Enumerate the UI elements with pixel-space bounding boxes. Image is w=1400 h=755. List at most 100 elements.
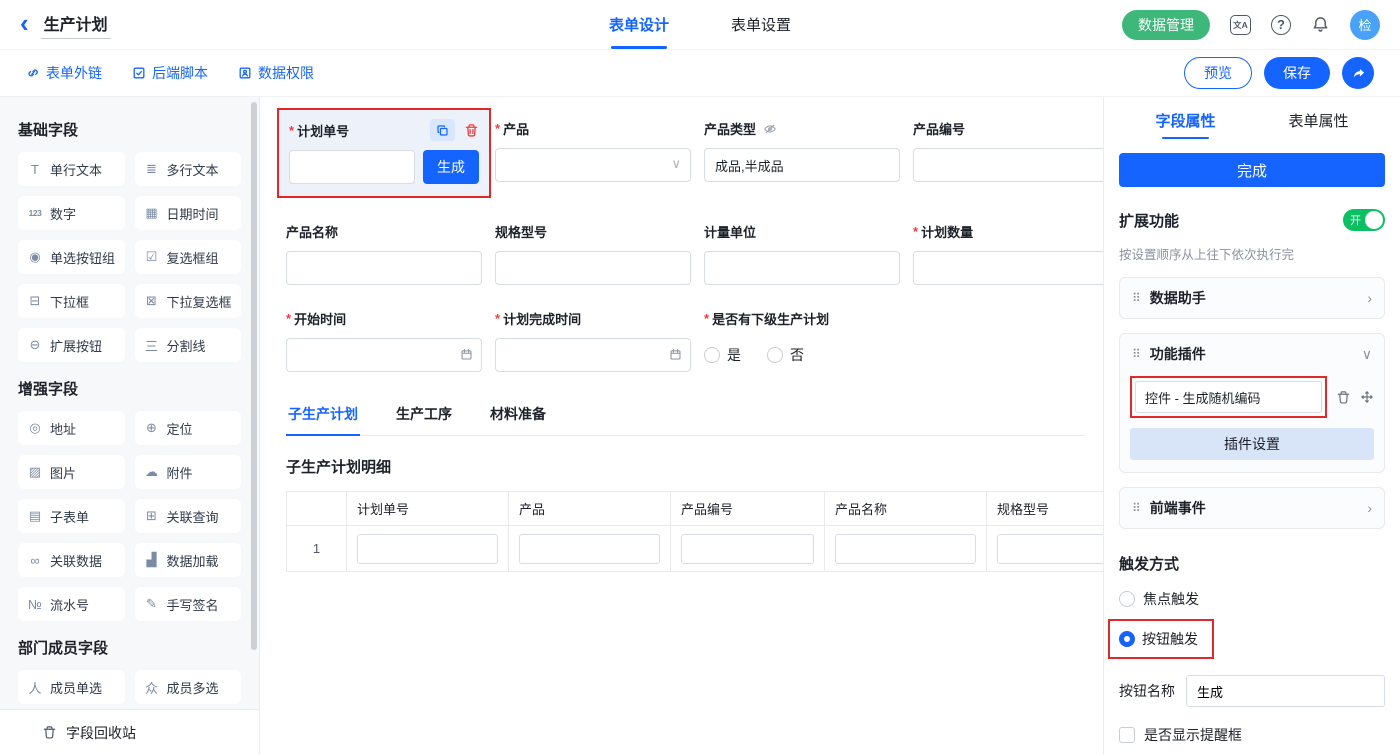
sidebar-item-divider[interactable]: 三分割线 bbox=[135, 328, 242, 362]
sidebar-item-radio-group[interactable]: ◉单选按钮组 bbox=[18, 240, 125, 274]
sidebar-item-dropdown-multi[interactable]: ⊠下拉复选框 bbox=[135, 284, 242, 318]
chevron-down-icon: ∨ bbox=[1362, 346, 1372, 363]
sidebar-item-image[interactable]: ▨图片 bbox=[18, 455, 125, 489]
extension-toggle[interactable]: 开 bbox=[1343, 209, 1385, 231]
spec-model-input[interactable] bbox=[495, 251, 691, 285]
done-button[interactable]: 完成 bbox=[1119, 153, 1385, 187]
tab-form-settings[interactable]: 表单设置 bbox=[731, 0, 791, 49]
cell-input-spec-model[interactable] bbox=[997, 534, 1103, 564]
card-frontend-event-header[interactable]: ⠿ 前端事件 › bbox=[1120, 488, 1384, 528]
plan-qty-input[interactable] bbox=[913, 251, 1103, 285]
section-title-enhanced: 增强字段 bbox=[18, 378, 241, 399]
start-time-input[interactable] bbox=[286, 338, 482, 372]
delete-plugin-button[interactable] bbox=[1336, 390, 1351, 405]
radio-focus-trigger[interactable]: 焦点触发 bbox=[1119, 589, 1385, 609]
field-product-code[interactable]: 产品编号 bbox=[913, 119, 1103, 182]
data-permission-link[interactable]: 数据权限 bbox=[238, 63, 314, 83]
translate-icon[interactable]: 文A bbox=[1230, 15, 1251, 35]
tab-production-process[interactable]: 生产工序 bbox=[394, 398, 454, 435]
backend-script-link[interactable]: 后端脚本 bbox=[132, 63, 208, 83]
sidebar-item-subform[interactable]: ▤子表单 bbox=[18, 499, 125, 533]
radio-yes[interactable]: 是 bbox=[704, 345, 741, 365]
radio-label: 焦点触发 bbox=[1143, 589, 1199, 609]
unit-input[interactable] bbox=[704, 251, 900, 285]
product-name-input[interactable] bbox=[286, 251, 482, 285]
cell-input-plan-no[interactable] bbox=[357, 534, 498, 564]
field-has-sub-plan[interactable]: *是否有下级生产计划 是 否 bbox=[704, 309, 900, 372]
field-unit[interactable]: 计量单位 bbox=[704, 222, 900, 285]
radio-no[interactable]: 否 bbox=[767, 345, 804, 365]
sidebar-item-member-single[interactable]: 人成员单选 bbox=[18, 670, 125, 704]
sidebar-item-signature[interactable]: ✎手写签名 bbox=[135, 587, 242, 621]
sidebar-scrollbar[interactable] bbox=[251, 102, 257, 650]
sidebar-item-linked-query[interactable]: ⊞关联查询 bbox=[135, 499, 242, 533]
field-recycle-bin[interactable]: 字段回收站 bbox=[0, 709, 259, 755]
delete-field-button[interactable] bbox=[464, 123, 479, 138]
drag-handle-icon[interactable]: ⠿ bbox=[1132, 501, 1141, 515]
product-type-input[interactable] bbox=[704, 148, 900, 182]
card-data-helper-header[interactable]: ⠿ 数据助手 › bbox=[1120, 278, 1384, 318]
sidebar-item-address[interactable]: ◎地址 bbox=[18, 411, 125, 445]
tab-material-prep[interactable]: 材料准备 bbox=[488, 398, 548, 435]
finish-time-input[interactable] bbox=[495, 338, 691, 372]
sidebar-item-single-line-text[interactable]: T单行文本 bbox=[18, 152, 125, 186]
drag-handle-icon[interactable]: ⠿ bbox=[1132, 347, 1141, 361]
field-plan-no[interactable]: *计划单号 生成 bbox=[289, 119, 479, 184]
move-plugin-handle[interactable] bbox=[1360, 390, 1374, 404]
drag-handle-icon[interactable]: ⠿ bbox=[1132, 291, 1141, 305]
tab-form-design[interactable]: 表单设计 bbox=[609, 0, 669, 49]
tab-field-properties[interactable]: 字段属性 bbox=[1119, 97, 1252, 143]
reminder-checkbox-row[interactable]: 是否显示提醒框 bbox=[1119, 725, 1385, 745]
field-product-name[interactable]: 产品名称 bbox=[286, 222, 482, 285]
checkbox[interactable] bbox=[1119, 727, 1135, 743]
section-title-basic: 基础字段 bbox=[18, 119, 241, 140]
back-icon[interactable]: ‹ bbox=[20, 14, 29, 32]
avatar[interactable]: 检 bbox=[1350, 10, 1380, 40]
sidebar-item-number[interactable]: 123数字 bbox=[18, 196, 125, 230]
plan-no-input[interactable] bbox=[289, 150, 415, 184]
sidebar-item-member-multi[interactable]: 众成员多选 bbox=[135, 670, 242, 704]
radio-button-trigger[interactable]: 按钮触发 bbox=[1119, 629, 1198, 649]
sidebar-item-datetime[interactable]: ▦日期时间 bbox=[135, 196, 242, 230]
sidebar-item-dropdown[interactable]: ⊟下拉框 bbox=[18, 284, 125, 318]
preview-button[interactable]: 预览 bbox=[1184, 57, 1252, 89]
sidebar-item-geolocation[interactable]: ⊕定位 bbox=[135, 411, 242, 445]
form-external-link[interactable]: 表单外链 bbox=[26, 63, 102, 83]
field-finish-time[interactable]: *计划完成时间 bbox=[495, 309, 691, 372]
sidebar-item-attachment[interactable]: ☁附件 bbox=[135, 455, 242, 489]
field-start-time[interactable]: *开始时间 bbox=[286, 309, 482, 372]
sidebar-item-checkbox-group[interactable]: ☑复选框组 bbox=[135, 240, 242, 274]
field-product[interactable]: *产品 ∨ bbox=[495, 119, 691, 182]
generate-button[interactable]: 生成 bbox=[423, 150, 479, 184]
field-spec-model[interactable]: 规格型号 bbox=[495, 222, 691, 285]
page-title[interactable]: 生产计划 bbox=[41, 11, 111, 39]
field-plan-qty[interactable]: *计划数量 bbox=[913, 222, 1103, 285]
share-button[interactable] bbox=[1342, 57, 1374, 89]
button-name-input[interactable] bbox=[1186, 675, 1385, 707]
field-product-type[interactable]: 产品类型 bbox=[704, 119, 900, 182]
calendar-icon bbox=[669, 348, 682, 361]
tab-sub-production-plan[interactable]: 子生产计划 bbox=[286, 398, 360, 435]
col-header-spec-model: 规格型号 bbox=[987, 492, 1104, 526]
plugin-name-input[interactable]: 控件 - 生成随机编码 bbox=[1135, 381, 1322, 413]
product-code-input[interactable] bbox=[913, 148, 1103, 182]
sidebar-item-multiline-text[interactable]: ≣多行文本 bbox=[135, 152, 242, 186]
chevron-right-icon: › bbox=[1367, 500, 1372, 516]
plugin-settings-button[interactable]: 插件设置 bbox=[1130, 428, 1374, 460]
sidebar-item-data-load[interactable]: ▟数据加载 bbox=[135, 543, 242, 577]
field-label: 子表单 bbox=[50, 507, 89, 526]
copy-field-button[interactable] bbox=[430, 119, 455, 141]
sidebar-item-linked-data[interactable]: ∞关联数据 bbox=[18, 543, 125, 577]
sidebar-item-serial-number[interactable]: №流水号 bbox=[18, 587, 125, 621]
cell-input-product-code[interactable] bbox=[681, 534, 814, 564]
data-manage-button[interactable]: 数据管理 bbox=[1122, 10, 1210, 40]
bell-icon[interactable] bbox=[1311, 15, 1330, 34]
save-button[interactable]: 保存 bbox=[1264, 57, 1330, 89]
help-icon[interactable]: ? bbox=[1271, 15, 1291, 35]
tab-form-properties[interactable]: 表单属性 bbox=[1252, 97, 1385, 143]
cell-input-product-name[interactable] bbox=[835, 534, 976, 564]
sidebar-item-extend-button[interactable]: ⊖扩展按钮 bbox=[18, 328, 125, 362]
product-select[interactable] bbox=[495, 148, 691, 182]
cell-input-product[interactable] bbox=[519, 534, 660, 564]
card-plugin-header[interactable]: ⠿ 功能插件 ∨ bbox=[1120, 334, 1384, 374]
